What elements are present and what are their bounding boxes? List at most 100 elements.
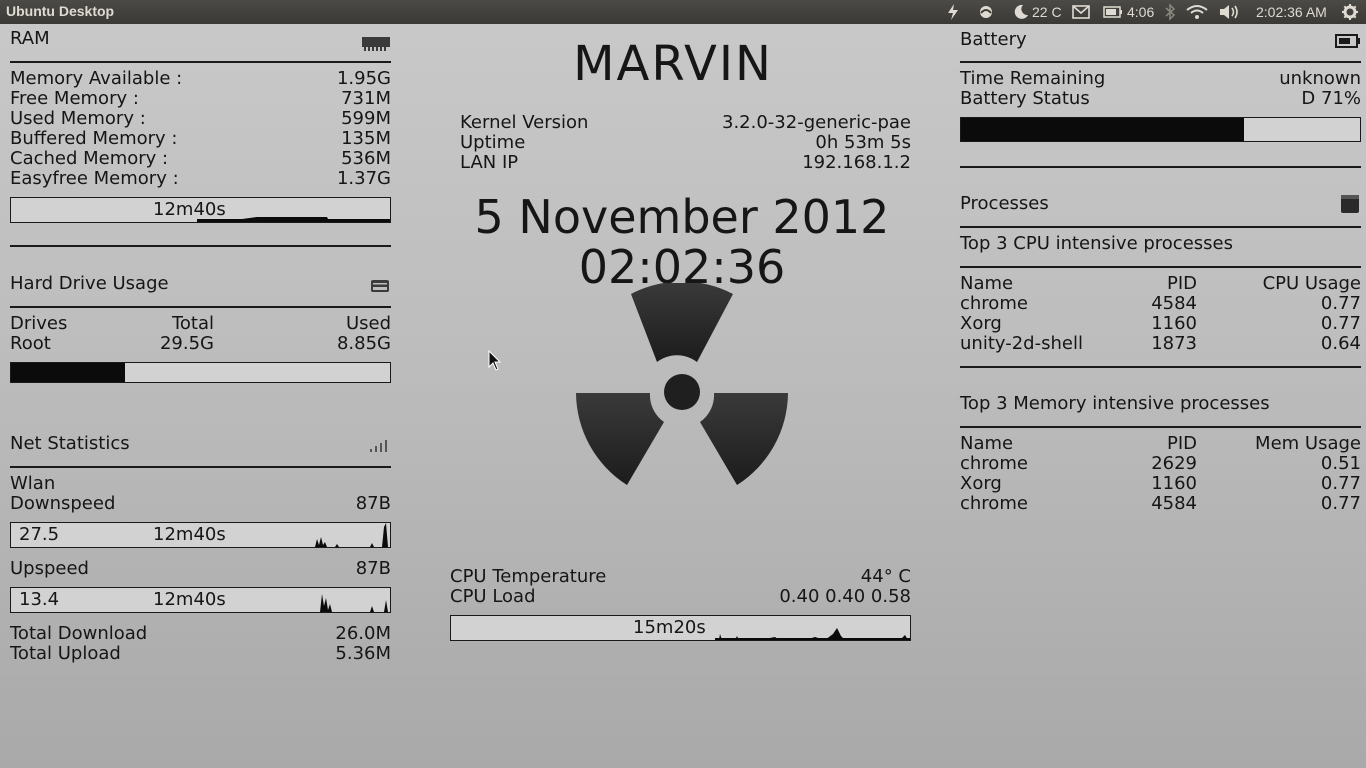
ram-divider: [10, 61, 391, 63]
memory-chip-icon: [361, 32, 391, 58]
hdd-drive-used: 8.85G: [336, 333, 391, 354]
bluetooth-icon[interactable]: [1164, 2, 1176, 22]
power-icon[interactable]: [946, 2, 960, 22]
weather-icon[interactable]: [1012, 2, 1030, 22]
net-up-label: Upspeed: [10, 558, 89, 579]
net-up-graph: 13.4 12m40s: [10, 587, 391, 613]
battery-time-value: unknown: [1279, 68, 1361, 89]
battery-status-label: Battery Status: [960, 88, 1090, 109]
processes-header: Processes: [960, 193, 1361, 215]
ram-row-label: Cached Memory :: [10, 148, 169, 169]
top-panel: Ubuntu Desktop 22 C 4:06 2:02:36 AM: [0, 0, 1366, 24]
net-divider: [10, 466, 391, 468]
hdd-col-total: Total: [171, 313, 214, 334]
battery-divider: [960, 61, 1361, 63]
volume-icon[interactable]: [1218, 2, 1240, 22]
clock[interactable]: 2:02:36 AM: [1256, 2, 1327, 22]
hdd-usage-fill: [11, 363, 125, 382]
battery-icon[interactable]: [1103, 2, 1123, 22]
battery-charge-fill: [961, 118, 1245, 141]
ram-panel: RAM: [10, 28, 391, 51]
net-interface: Wlan: [10, 473, 56, 494]
net-total-down-label: Total Download: [10, 623, 148, 644]
date: 5 November 2012: [474, 190, 890, 244]
hdd-divider: [10, 306, 391, 308]
battery-panel: Battery: [960, 29, 1361, 51]
uptime-value: 0h 53m 5s: [815, 132, 911, 153]
col-pid: PID: [1166, 273, 1197, 294]
hard-drive-icon: [369, 277, 391, 301]
net-header: Net Statistics: [10, 433, 391, 455]
processes-panel: Processes: [960, 193, 1361, 215]
terminal-icon: [1340, 194, 1360, 220]
ram-row-value: 1.37G: [336, 168, 391, 189]
uptime-label: Uptime: [460, 132, 526, 153]
cpu-temp-value: 44° C: [860, 566, 911, 587]
battery-time[interactable]: 4:06: [1127, 2, 1154, 22]
net-up-graph-span: 12m40s: [153, 589, 226, 610]
cpu-graph: 15m20s: [450, 615, 911, 641]
ram-row-label: Easyfree Memory :: [10, 168, 179, 189]
process-name: Xorg: [960, 473, 1002, 494]
processes-title: Processes: [960, 193, 1049, 214]
weather-temp[interactable]: 22 C: [1032, 2, 1062, 22]
mouse-cursor-icon: [488, 350, 502, 371]
wifi-icon[interactable]: [1186, 2, 1208, 22]
process-usage: 0.77: [1320, 293, 1361, 314]
net-up-graph-max: 13.4: [19, 589, 60, 610]
net-down-label: Downspeed: [10, 493, 116, 514]
cpu-processes-divider: [960, 266, 1361, 268]
hdd-drive-name: Root: [10, 333, 51, 354]
ram-row-value: 731M: [341, 88, 391, 109]
process-name: chrome: [960, 293, 1028, 314]
process-pid: 1160: [1151, 313, 1197, 334]
net-up-spark: [310, 594, 388, 612]
mem-processes-title: Top 3 Memory intensive processes: [960, 393, 1270, 414]
process-name: chrome: [960, 453, 1028, 474]
lan-label: LAN IP: [460, 152, 519, 173]
cpu-load-spark: [715, 628, 910, 640]
process-pid: 2629: [1151, 453, 1197, 474]
mail-icon[interactable]: [1072, 2, 1090, 22]
net-title: Net Statistics: [10, 433, 130, 454]
cpu-processes-bottom-divider: [960, 366, 1361, 368]
ram-row-value: 536M: [341, 148, 391, 169]
net-down-value: 87B: [355, 493, 391, 514]
ram-row-value: 135M: [341, 128, 391, 149]
process-pid: 4584: [1151, 293, 1197, 314]
processes-divider: [960, 226, 1361, 228]
battery-charge-bar: [960, 117, 1361, 142]
net-total-up-label: Total Upload: [10, 643, 121, 664]
ram-header: RAM: [10, 28, 391, 51]
process-name: chrome: [960, 493, 1028, 514]
ram-row-value: 599M: [341, 108, 391, 129]
battery-outline-icon: [1335, 33, 1361, 55]
cpu-graph-label: 15m20s: [633, 617, 706, 638]
session-gear-icon[interactable]: [1341, 2, 1359, 22]
hdd-col-used: Used: [345, 313, 391, 334]
indicator-icon[interactable]: [978, 2, 994, 22]
process-name: Xorg: [960, 313, 1002, 334]
cpu-temp-label: CPU Temperature: [450, 566, 607, 587]
ram-row-value: 1.95G: [336, 68, 391, 89]
net-down-graph-span: 12m40s: [153, 524, 226, 545]
hdd-col-drives: Drives: [10, 313, 68, 334]
kernel-value: 3.2.0-32-generic-pae: [722, 112, 911, 133]
ram-graph: 12m40s: [10, 197, 391, 223]
process-usage: 0.77: [1320, 473, 1361, 494]
col-usage: CPU Usage: [1262, 273, 1361, 294]
process-usage: 0.51: [1320, 453, 1361, 474]
net-down-spark: [310, 523, 388, 547]
mem-processes-divider: [960, 426, 1361, 428]
lan-value: 192.168.1.2: [802, 152, 911, 173]
process-usage: 0.77: [1320, 493, 1361, 514]
hdd-title: Hard Drive Usage: [10, 273, 169, 294]
hdd-drive-total: 29.5G: [159, 333, 214, 354]
col-pid: PID: [1166, 433, 1197, 454]
battery-time-label: Time Remaining: [960, 68, 1106, 89]
kernel-label: Kernel Version: [460, 112, 589, 133]
process-usage: 0.77: [1320, 313, 1361, 334]
radiation-symbol-icon: [576, 283, 788, 485]
net-up-value: 87B: [355, 558, 391, 579]
ram-bottom-divider: [10, 245, 391, 247]
